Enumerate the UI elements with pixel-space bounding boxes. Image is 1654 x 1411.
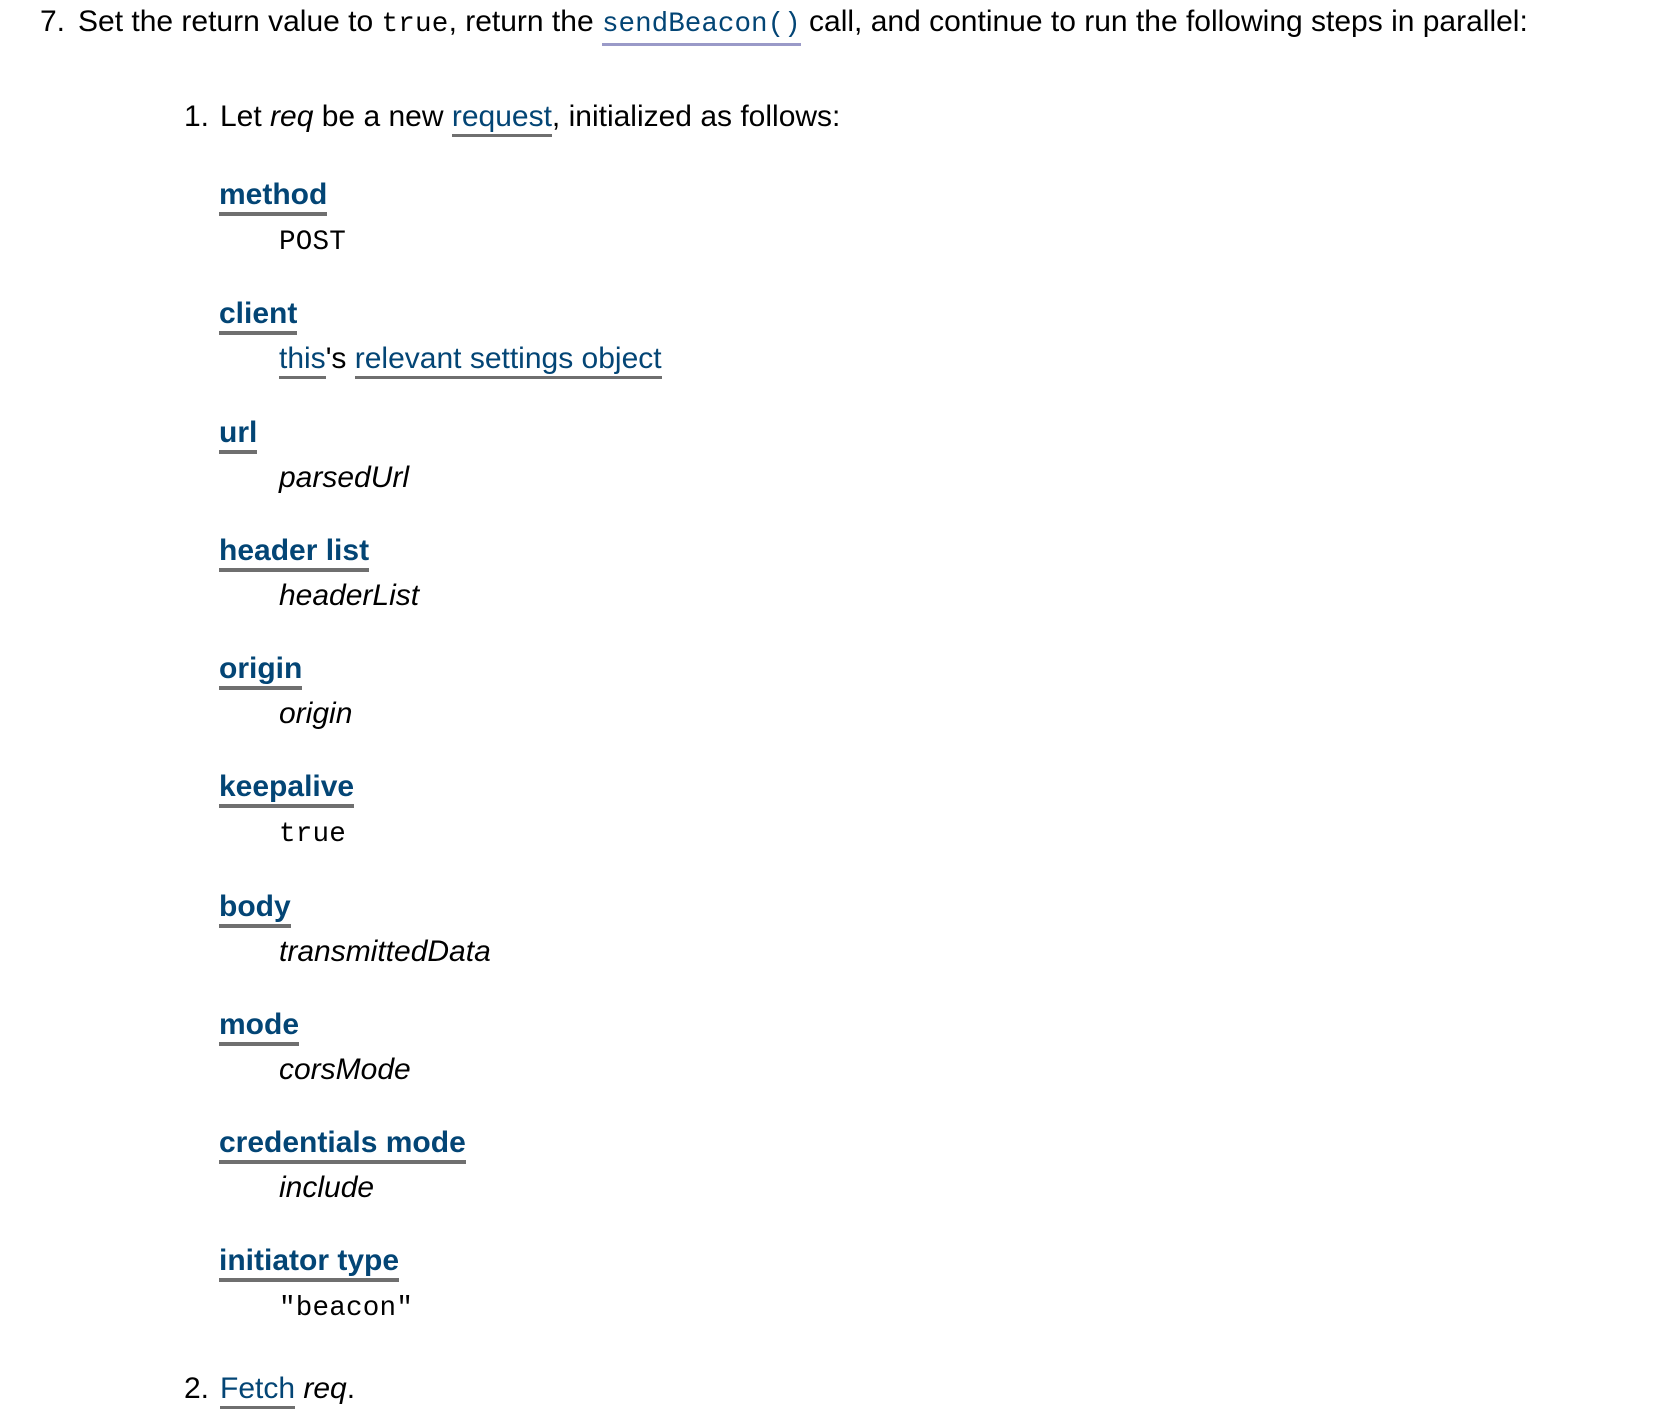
substep-marker: 2. [184, 1371, 210, 1405]
step-body: 1. Let req be a new request, initialized… [78, 46, 1538, 1411]
term-link-body[interactable]: body [219, 889, 291, 928]
definition-value-origin: origin [279, 692, 1538, 736]
possessive-suffix: 's [325, 342, 355, 376]
term-link-method[interactable]: method [219, 177, 328, 216]
step-text-part-3: call, and continue to run the following … [800, 5, 1528, 38]
term-link-relevant-settings-object[interactable]: relevant settings object [354, 342, 662, 380]
substep-text-part-3: , initialized as follows: [551, 99, 841, 133]
definition-term-header-list: header list [219, 529, 1538, 573]
spec-page: 7. Set the return value to true, return … [0, 0, 1654, 1409]
request-term-link[interactable]: request [451, 99, 552, 137]
definition-list: method POST client this's relevant setti… [219, 173, 1538, 1330]
definition-value-mode: corsMode [279, 1048, 1538, 1092]
definition-value-credentials-mode: include [279, 1166, 1538, 1210]
variable-value: transmittedData [279, 934, 491, 968]
definition-term-origin: origin [219, 647, 1538, 691]
variable-value: origin [279, 696, 353, 730]
variable-value: include [279, 1171, 375, 1205]
substep-text-part-2: be a new [313, 99, 452, 133]
sendbeacon-idl-link[interactable]: sendBeacon() [601, 9, 801, 46]
term-link-header-list[interactable]: header list [219, 533, 370, 572]
definition-value-body: transmittedData [279, 930, 1538, 974]
step-text-part-1: Set the return value to [78, 5, 382, 38]
substep-text: Fetch req. [220, 1371, 356, 1409]
step-marker: 7. [40, 5, 66, 38]
variable-value: parsedUrl [279, 460, 410, 494]
substep-1: 1. Let req be a new request, initialized… [78, 95, 1538, 1330]
fetch-term-link[interactable]: Fetch [220, 1371, 296, 1409]
definition-term-client: client [219, 292, 1538, 336]
term-link-keepalive[interactable]: keepalive [219, 770, 355, 809]
definition-term-url: url [219, 411, 1538, 455]
request-init-definitions: method POST client this's relevant setti… [219, 173, 1538, 1330]
step-text-part-2: , return the [448, 5, 602, 38]
period: . [346, 1371, 356, 1405]
definition-value-url: parsedUrl [279, 456, 1538, 500]
step-text: Set the return value to true, return the… [78, 5, 1528, 46]
term-link-initiator-type[interactable]: initiator type [219, 1244, 400, 1283]
term-link-client[interactable]: client [219, 297, 298, 336]
definition-value-method: POST [279, 218, 1538, 264]
algorithm-step-list: 7. Set the return value to true, return … [0, 0, 1654, 1411]
term-link-origin[interactable]: origin [219, 651, 303, 690]
algorithm-step-7: 7. Set the return value to true, return … [0, 0, 1654, 1411]
variable-req: req [270, 99, 314, 133]
definition-value-client: this's relevant settings object [279, 337, 1538, 381]
substep-text: Let req be a new request, initialized as… [220, 99, 841, 137]
definition-value-keepalive: true [279, 810, 1538, 856]
definition-term-body: body [219, 885, 1538, 929]
definition-term-method: method [219, 173, 1538, 217]
code-value: POST [279, 226, 347, 258]
term-link-mode[interactable]: mode [219, 1007, 300, 1046]
definition-value-initiator-type: "beacon" [279, 1284, 1538, 1330]
substep-text-part-1: Let [220, 99, 271, 133]
term-link-url[interactable]: url [219, 415, 258, 454]
substep-list: 1. Let req be a new request, initialized… [78, 95, 1538, 1411]
code-value: true [279, 819, 347, 851]
definition-value-header-list: headerList [279, 574, 1538, 618]
inline-code-true: true [381, 9, 449, 40]
definition-term-credentials-mode: credentials mode [219, 1121, 1538, 1165]
substep-marker: 1. [184, 99, 210, 133]
definition-term-initiator-type: initiator type [219, 1239, 1538, 1283]
term-link-this[interactable]: this [279, 342, 326, 380]
variable-req: req [303, 1371, 347, 1405]
variable-value: headerList [279, 578, 420, 612]
substep-2: 2. Fetch req. [78, 1367, 1538, 1411]
code-value: "beacon" [279, 1293, 414, 1325]
variable-value: corsMode [279, 1053, 411, 1086]
definition-term-mode: mode [219, 1003, 1538, 1047]
definition-term-keepalive: keepalive [219, 765, 1538, 809]
term-link-credentials-mode[interactable]: credentials mode [219, 1126, 466, 1165]
